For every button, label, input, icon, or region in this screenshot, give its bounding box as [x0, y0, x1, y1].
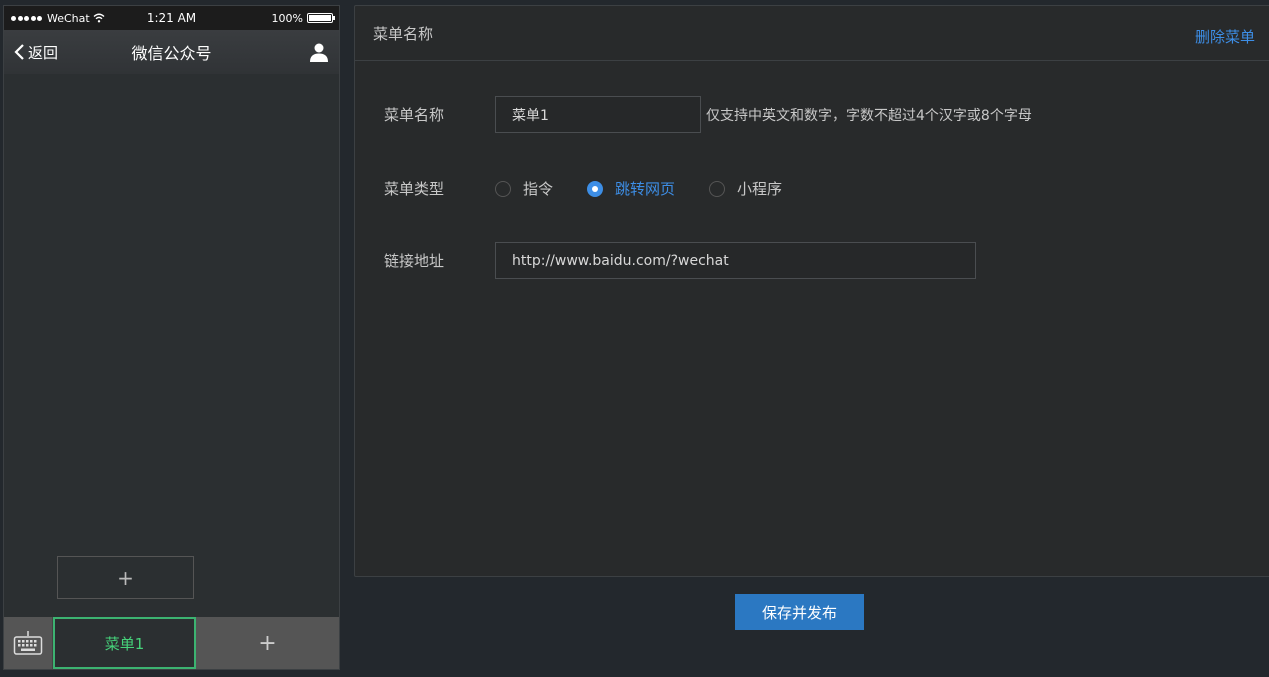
add-menu-button[interactable]: +: [196, 617, 339, 669]
battery-icon: [307, 13, 335, 23]
status-right: 100%: [271, 11, 335, 25]
keyboard-icon: [13, 631, 43, 655]
radio-circle: [587, 180, 604, 197]
menu-editor-panel: 菜单名称 删除菜单 菜单名称 仅支持中英文和数字，字数不超过4个汉字或8个字母 …: [354, 5, 1269, 577]
menu-name-row: 菜单名称 仅支持中英文和数字，字数不超过4个汉字或8个字母: [384, 96, 1032, 133]
carrier-name: WeChat: [47, 11, 90, 25]
radio-circle: [709, 180, 726, 197]
battery-percent: 100%: [271, 11, 303, 25]
radio-web-link[interactable]: 跳转网页: [587, 178, 675, 199]
editor-header: 菜单名称 删除菜单: [355, 6, 1269, 61]
menu-type-label: 菜单类型: [384, 180, 445, 198]
signal-icon: [11, 15, 42, 21]
link-url-input[interactable]: [495, 242, 976, 279]
keyboard-toggle-button[interactable]: [4, 617, 53, 669]
radio-command[interactable]: 指令: [495, 178, 553, 199]
link-url-row: 链接地址: [384, 242, 976, 279]
custom-menu-bar: 菜单1 +: [4, 617, 339, 669]
user-icon[interactable]: [309, 42, 329, 62]
menu-name-input[interactable]: [495, 96, 701, 133]
menu-type-row: 菜单类型 指令 跳转网页 小程序: [384, 178, 816, 199]
radio-label: 小程序: [737, 180, 783, 198]
editor-title: 菜单名称: [373, 24, 434, 43]
menu-item-1[interactable]: 菜单1: [53, 617, 196, 669]
phone-chat-area: +: [4, 74, 339, 617]
delete-menu-link[interactable]: 删除菜单: [1195, 26, 1255, 47]
menu-name-label: 菜单名称: [384, 106, 445, 124]
status-bar: WeChat 1:21 AM 100%: [4, 6, 339, 30]
menu-type-radio-group: 指令 跳转网页 小程序: [495, 178, 816, 199]
link-url-label: 链接地址: [384, 252, 445, 270]
phone-preview: WeChat 1:21 AM 100% 返回 微信公众号 + 菜单1 +: [3, 5, 340, 670]
menu-name-hint: 仅支持中英文和数字，字数不超过4个汉字或8个字母: [706, 107, 1032, 124]
back-label: 返回: [28, 43, 59, 62]
wifi-icon: [93, 13, 105, 23]
back-button[interactable]: 返回: [14, 42, 58, 63]
save-publish-button[interactable]: 保存并发布: [735, 594, 864, 630]
status-left: WeChat: [11, 12, 105, 25]
radio-mini-program[interactable]: 小程序: [709, 178, 782, 199]
radio-label: 跳转网页: [615, 180, 676, 198]
chevron-left-icon: [14, 44, 24, 60]
radio-label: 指令: [523, 180, 554, 198]
add-submenu-button[interactable]: +: [57, 556, 194, 599]
radio-circle: [495, 180, 511, 197]
nav-bar: 返回 微信公众号: [4, 30, 339, 74]
